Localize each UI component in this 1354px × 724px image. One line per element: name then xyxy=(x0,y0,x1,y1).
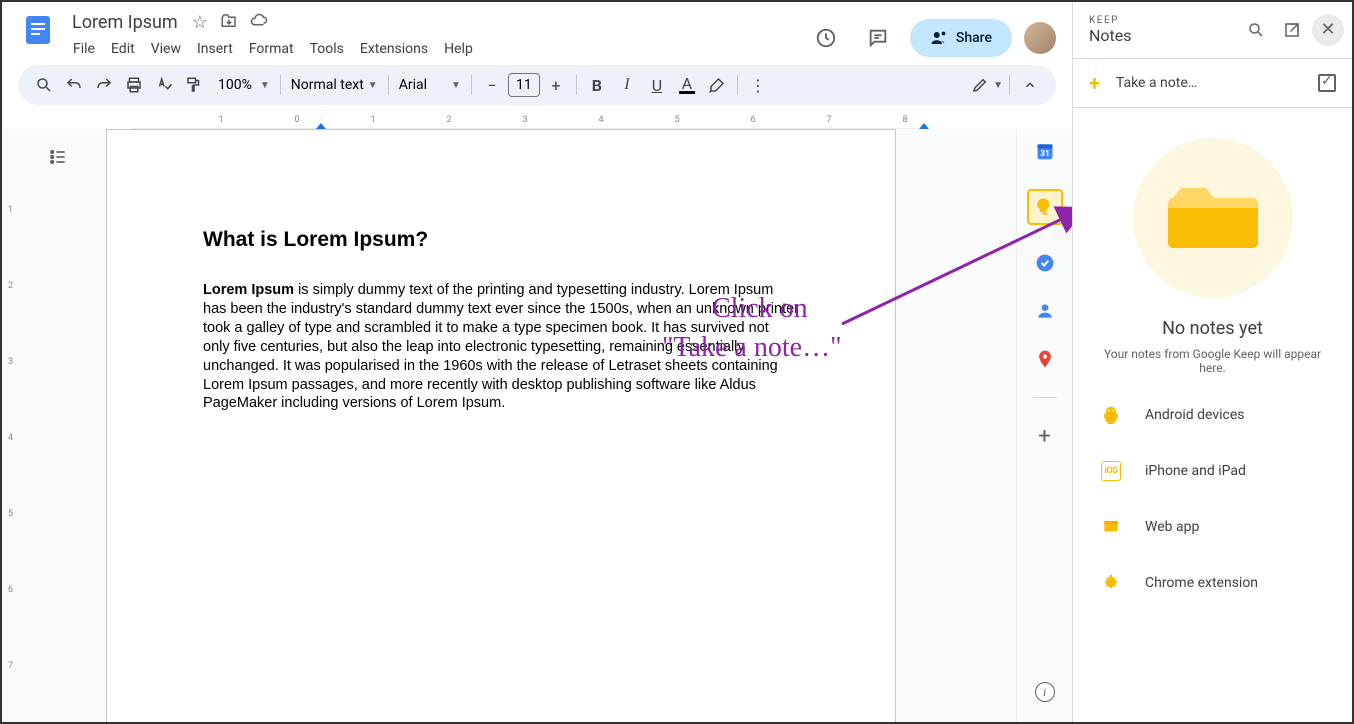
doc-title[interactable]: Lorem Ipsum xyxy=(66,10,184,35)
platform-web[interactable]: Web app xyxy=(1101,517,1332,537)
keep-close-icon[interactable]: ✕ xyxy=(1312,14,1344,46)
cloud-status-icon[interactable] xyxy=(250,12,268,33)
font-dropdown[interactable]: Arial▼ xyxy=(395,77,465,93)
new-list-icon[interactable] xyxy=(1318,74,1336,92)
menu-format[interactable]: Format xyxy=(242,37,301,61)
star-icon[interactable]: ☆ xyxy=(192,12,208,33)
zoom-dropdown[interactable]: 100%▼ xyxy=(210,77,274,93)
svg-text:31: 31 xyxy=(1040,149,1050,159)
ios-icon: iOS xyxy=(1101,461,1121,481)
text-color-icon[interactable]: A xyxy=(673,71,701,99)
menu-tools[interactable]: Tools xyxy=(303,37,351,61)
keep-search-icon[interactable] xyxy=(1240,14,1272,46)
platform-android[interactable]: Android devices xyxy=(1101,405,1332,425)
menu-extensions[interactable]: Extensions xyxy=(353,37,435,61)
menu-edit[interactable]: Edit xyxy=(104,37,142,61)
take-note-label: Take a note… xyxy=(1116,75,1302,91)
add-addon-icon[interactable]: + xyxy=(1035,426,1055,446)
keep-icon[interactable] xyxy=(1027,189,1063,225)
menu-insert[interactable]: Insert xyxy=(190,37,240,61)
android-icon xyxy=(1101,405,1121,425)
move-icon[interactable] xyxy=(220,12,238,33)
toolbar: 100%▼ Normal text▼ Arial▼ − 11 + B I U A… xyxy=(18,65,1056,105)
info-icon[interactable]: i xyxy=(1035,682,1055,702)
history-icon[interactable] xyxy=(806,18,846,58)
paint-format-icon[interactable] xyxy=(180,71,208,99)
spellcheck-icon[interactable] xyxy=(150,71,178,99)
lock-icon xyxy=(930,29,948,47)
platform-ios[interactable]: iOS iPhone and iPad xyxy=(1101,461,1332,481)
menu-file[interactable]: File xyxy=(66,37,102,61)
side-rail: 31 + i xyxy=(1016,129,1072,722)
plus-icon: + xyxy=(1089,71,1100,95)
keep-open-external-icon[interactable] xyxy=(1276,14,1308,46)
take-note-button[interactable]: + Take a note… xyxy=(1073,59,1352,108)
contacts-icon[interactable] xyxy=(1035,301,1055,321)
tasks-icon[interactable] xyxy=(1035,253,1055,273)
underline-icon[interactable]: U xyxy=(643,71,671,99)
keep-label: KEEP xyxy=(1089,15,1240,26)
web-icon xyxy=(1101,517,1121,537)
undo-icon[interactable] xyxy=(60,71,88,99)
italic-icon[interactable]: I xyxy=(613,71,641,99)
empty-folder-illustration xyxy=(1133,138,1293,298)
horizontal-ruler[interactable]: 1012345678 xyxy=(26,113,1072,129)
edit-mode-icon[interactable]: ▼ xyxy=(971,71,1003,99)
keep-title: Notes xyxy=(1089,26,1240,45)
print-icon[interactable] xyxy=(120,71,148,99)
font-size-decrease[interactable]: − xyxy=(478,71,506,99)
user-avatar[interactable] xyxy=(1024,22,1056,54)
empty-title: No notes yet xyxy=(1093,318,1332,339)
collapse-toolbar-icon[interactable] xyxy=(1016,71,1044,99)
platform-chrome-ext[interactable]: Chrome extension xyxy=(1101,573,1332,593)
search-icon[interactable] xyxy=(30,71,58,99)
style-dropdown[interactable]: Normal text▼ xyxy=(287,77,382,93)
menu-help[interactable]: Help xyxy=(437,37,480,61)
share-button[interactable]: Share xyxy=(910,19,1012,57)
extension-icon xyxy=(1101,573,1121,593)
outline-toggle[interactable] xyxy=(42,141,74,173)
empty-subtitle: Your notes from Google Keep will appear … xyxy=(1093,347,1332,375)
doc-heading: What is Lorem Ipsum? xyxy=(203,226,799,253)
document-page[interactable]: What is Lorem Ipsum? Lorem Ipsum is simp… xyxy=(106,129,896,722)
keep-panel: KEEP Notes ✕ + Take a note… No notes yet… xyxy=(1072,2,1352,722)
more-icon[interactable]: ⋮ xyxy=(744,71,772,99)
menu-view[interactable]: View xyxy=(144,37,188,61)
menu-bar: File Edit View Insert Format Tools Exten… xyxy=(66,37,798,61)
calendar-icon[interactable]: 31 xyxy=(1035,141,1055,161)
app-header: Lorem Ipsum ☆ File Edit View Insert Form… xyxy=(2,2,1072,61)
font-size-input[interactable]: 11 xyxy=(508,73,540,97)
highlight-icon[interactable] xyxy=(703,71,731,99)
vertical-ruler[interactable]: 12345678 xyxy=(2,129,26,722)
maps-icon[interactable] xyxy=(1035,349,1055,369)
comments-icon[interactable] xyxy=(858,18,898,58)
bold-icon[interactable]: B xyxy=(583,71,611,99)
redo-icon[interactable] xyxy=(90,71,118,99)
docs-logo[interactable] xyxy=(18,10,58,50)
font-size-increase[interactable]: + xyxy=(542,71,570,99)
share-label: Share xyxy=(956,30,992,46)
doc-paragraph: Lorem Ipsum is simply dummy text of the … xyxy=(203,281,799,413)
